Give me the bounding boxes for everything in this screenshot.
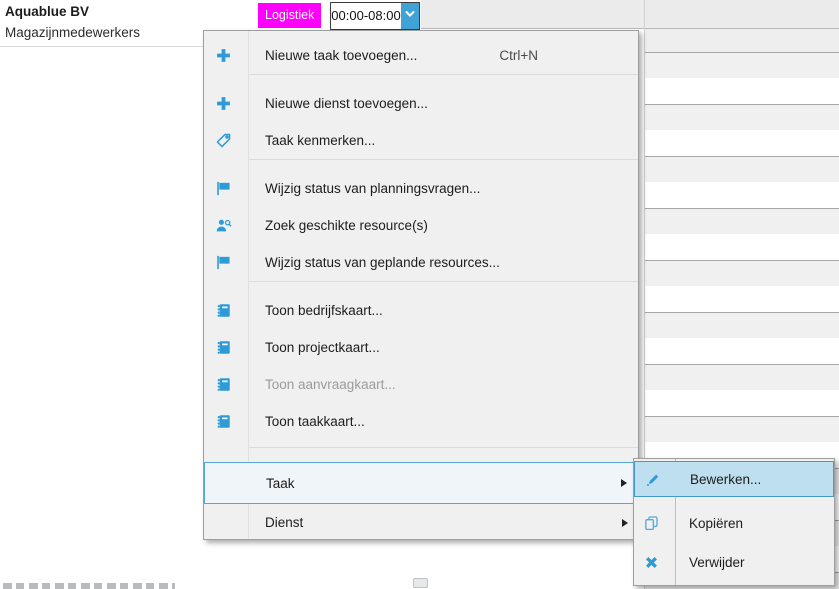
planning-app-screen: Aquablue BV Magazijnmedewerkers Logistie… (0, 0, 839, 589)
book-icon (214, 339, 232, 357)
submenu-arrow-icon (622, 519, 628, 527)
time-range-combobox[interactable]: 00:00-08:00 (330, 2, 420, 30)
book-icon (214, 302, 232, 320)
menu-item-nieuwe-dienst[interactable]: Nieuwe dienst toevoegen... (204, 85, 638, 122)
pencil-icon (643, 470, 661, 488)
dropdown-button[interactable] (401, 3, 419, 29)
menu-item-zoek-geschikte-resources[interactable]: Zoek geschikte resource(s) (204, 207, 638, 244)
plus-icon (214, 95, 232, 113)
taak-submenu: Bewerken... Kopiëren Verwijder (633, 458, 835, 586)
chevron-down-icon (404, 7, 416, 25)
menu-item-dienst[interactable]: Dienst (204, 504, 638, 541)
copy-icon (642, 515, 660, 533)
submenu-item-kopieren[interactable]: Kopiëren (634, 505, 834, 542)
divider (0, 46, 203, 47)
clipped-element (413, 578, 428, 588)
book-icon (214, 413, 232, 431)
menu-item-toon-projectkaart[interactable]: Toon projectkaart... (204, 329, 638, 366)
menu-separator (204, 281, 638, 292)
submenu-arrow-icon (621, 479, 627, 487)
menu-item-toon-bedrijfskaart[interactable]: Toon bedrijfskaart... (204, 292, 638, 329)
menu-item-toon-aanvraagkaart: Toon aanvraagkaart... (204, 366, 638, 403)
menu-item-taak[interactable]: Taak (204, 462, 638, 504)
menu-item-nieuwe-taak[interactable]: Nieuwe taak toevoegen... Ctrl+N (204, 37, 638, 74)
book-icon (214, 376, 232, 394)
submenu-item-verwijder[interactable]: Verwijder (634, 542, 834, 582)
menu-item-wijzig-status-planningsvragen[interactable]: Wijzig status van planningsvragen... (204, 170, 638, 207)
shortcut-label: Ctrl+N (499, 48, 638, 63)
person-search-icon (214, 217, 232, 235)
company-name: Aquablue BV (5, 4, 89, 19)
team-name: Magazijnmedewerkers (5, 25, 140, 40)
submenu-separator (634, 497, 834, 505)
menu-separator (204, 447, 638, 462)
time-range-value: 00:00-08:00 (331, 3, 401, 29)
x-icon (642, 553, 660, 571)
header-band (421, 0, 839, 29)
context-menu: Nieuwe taak toevoegen... Ctrl+N Nieuwe d… (203, 30, 639, 540)
menu-item-taak-kenmerken[interactable]: Taak kenmerken... (204, 122, 638, 159)
menu-separator (204, 159, 638, 170)
schedule-subheader-row (645, 29, 839, 52)
submenu-item-bewerken[interactable]: Bewerken... (634, 461, 834, 497)
category-badge: Logistiek (258, 3, 321, 28)
clipped-text-fragment (3, 583, 175, 589)
flag-icon (214, 180, 232, 198)
flag-icon (214, 254, 232, 272)
tag-icon (214, 132, 232, 150)
plus-icon (214, 47, 232, 65)
menu-separator (204, 74, 638, 85)
menu-item-wijzig-status-geplande-resources[interactable]: Wijzig status van geplande resources... (204, 244, 638, 281)
menu-item-toon-taakkaart[interactable]: Toon taakkaart... (204, 403, 638, 440)
